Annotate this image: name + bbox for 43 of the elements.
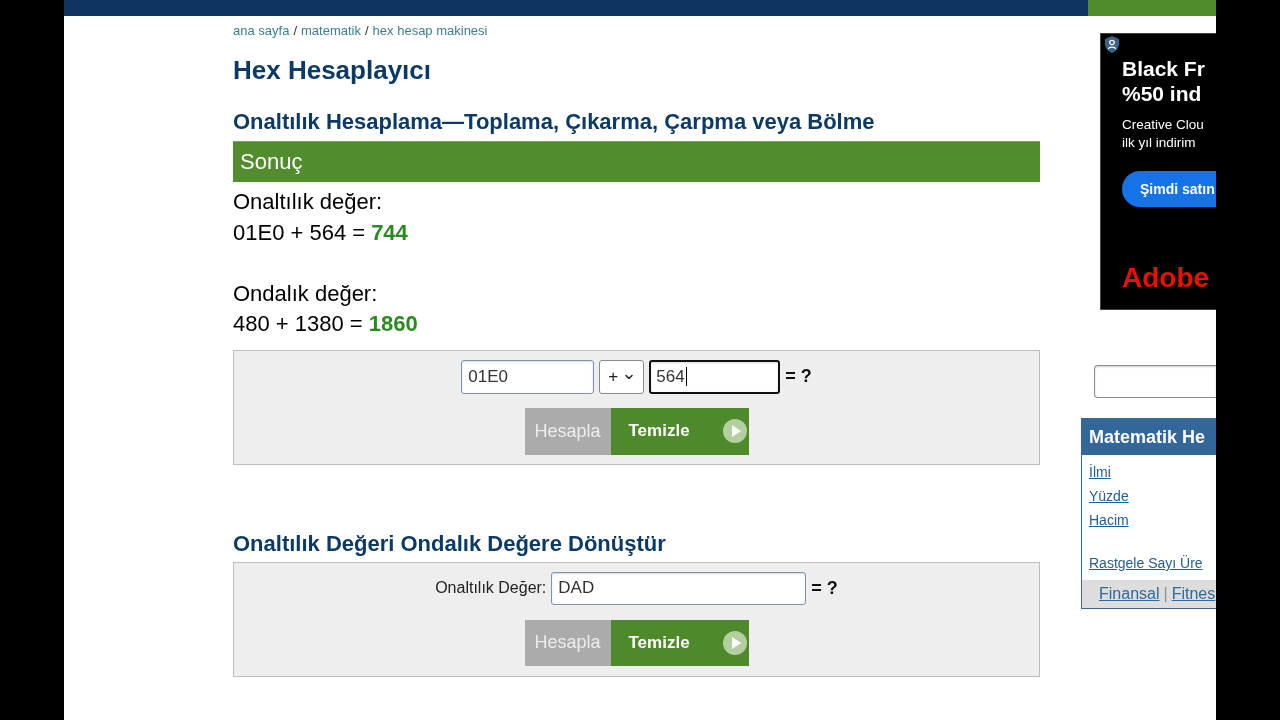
hex-input-field[interactable]: 564 — [649, 359, 781, 394]
play-icon — [722, 630, 747, 655]
result-answer: 744 — [371, 218, 408, 247]
equals-prompt: = ? — [785, 366, 812, 387]
result-label: Ondalık değer: — [233, 279, 378, 308]
sidebar-link[interactable]: Yüzde — [1089, 484, 1129, 508]
equals-prompt: = ? — [811, 577, 838, 599]
breadcrumb-separator: / — [364, 23, 369, 39]
result-answer: 1860 — [368, 310, 418, 338]
ad-cta-button[interactable]: Şimdi satın — [1122, 171, 1216, 207]
footer-separator: | — [1163, 585, 1168, 603]
sidebar-link[interactable]: İlmi — [1089, 460, 1111, 484]
clear-button[interactable]: Temizle — [610, 407, 749, 455]
breadcrumb-link[interactable]: matematik — [301, 23, 361, 39]
ad-banner[interactable]: Black Fr %50 ind Creative Clou ilk yıl indirim Şimdi satın Adobe — [1100, 33, 1216, 310]
operator-select[interactable]: + — [599, 359, 645, 394]
ad-headline: %50 ind — [1122, 81, 1202, 106]
section-heading: Onaltılık Değeri Ondalık Değere Dönüştür — [233, 530, 666, 557]
breadcrumb-separator: / — [293, 23, 297, 39]
result-expression: 01E0 + 564 = — [233, 218, 366, 247]
result-header: Sonuç — [233, 141, 1040, 182]
shield-icon — [1105, 36, 1119, 53]
breadcrumb-link[interactable]: hex hesap makinesi — [372, 23, 488, 39]
footer-link[interactable]: Fitnes — [1171, 585, 1216, 603]
panel-header: Matematik He — [1082, 419, 1216, 455]
ad-headline: Black Fr — [1122, 56, 1205, 81]
result-expression: 480 + 1380 = — [233, 310, 363, 338]
hex-value-field[interactable]: DAD — [551, 571, 807, 605]
sidebar-link[interactable]: Rastgele Sayı Üre — [1089, 551, 1203, 575]
footer-link[interactable]: Finansal — [1099, 585, 1160, 603]
result-label: Onaltılık değer: — [233, 188, 383, 216]
field-label: Onaltılık Değer: — [435, 579, 547, 597]
ad-text: Creative Clou — [1122, 116, 1204, 134]
section-heading: Onaltılık Hesaplama—Toplama, Çıkarma, Çarpma veya Bölme — [233, 109, 875, 135]
page-title: Hex Hesaplayıcı — [233, 55, 431, 85]
play-icon — [722, 419, 747, 443]
breadcrumb-link[interactable]: ana sayfa — [233, 23, 290, 39]
hex-input-field[interactable]: 01E0 — [461, 359, 595, 394]
ad-brand-text: Adobe — [1122, 262, 1210, 294]
ad-text: ilk yıl indirim — [1122, 134, 1196, 152]
search-field[interactable] — [1094, 365, 1216, 398]
clear-button[interactable]: Temizle — [610, 619, 749, 666]
sidebar-link[interactable]: Hacim — [1089, 508, 1129, 532]
